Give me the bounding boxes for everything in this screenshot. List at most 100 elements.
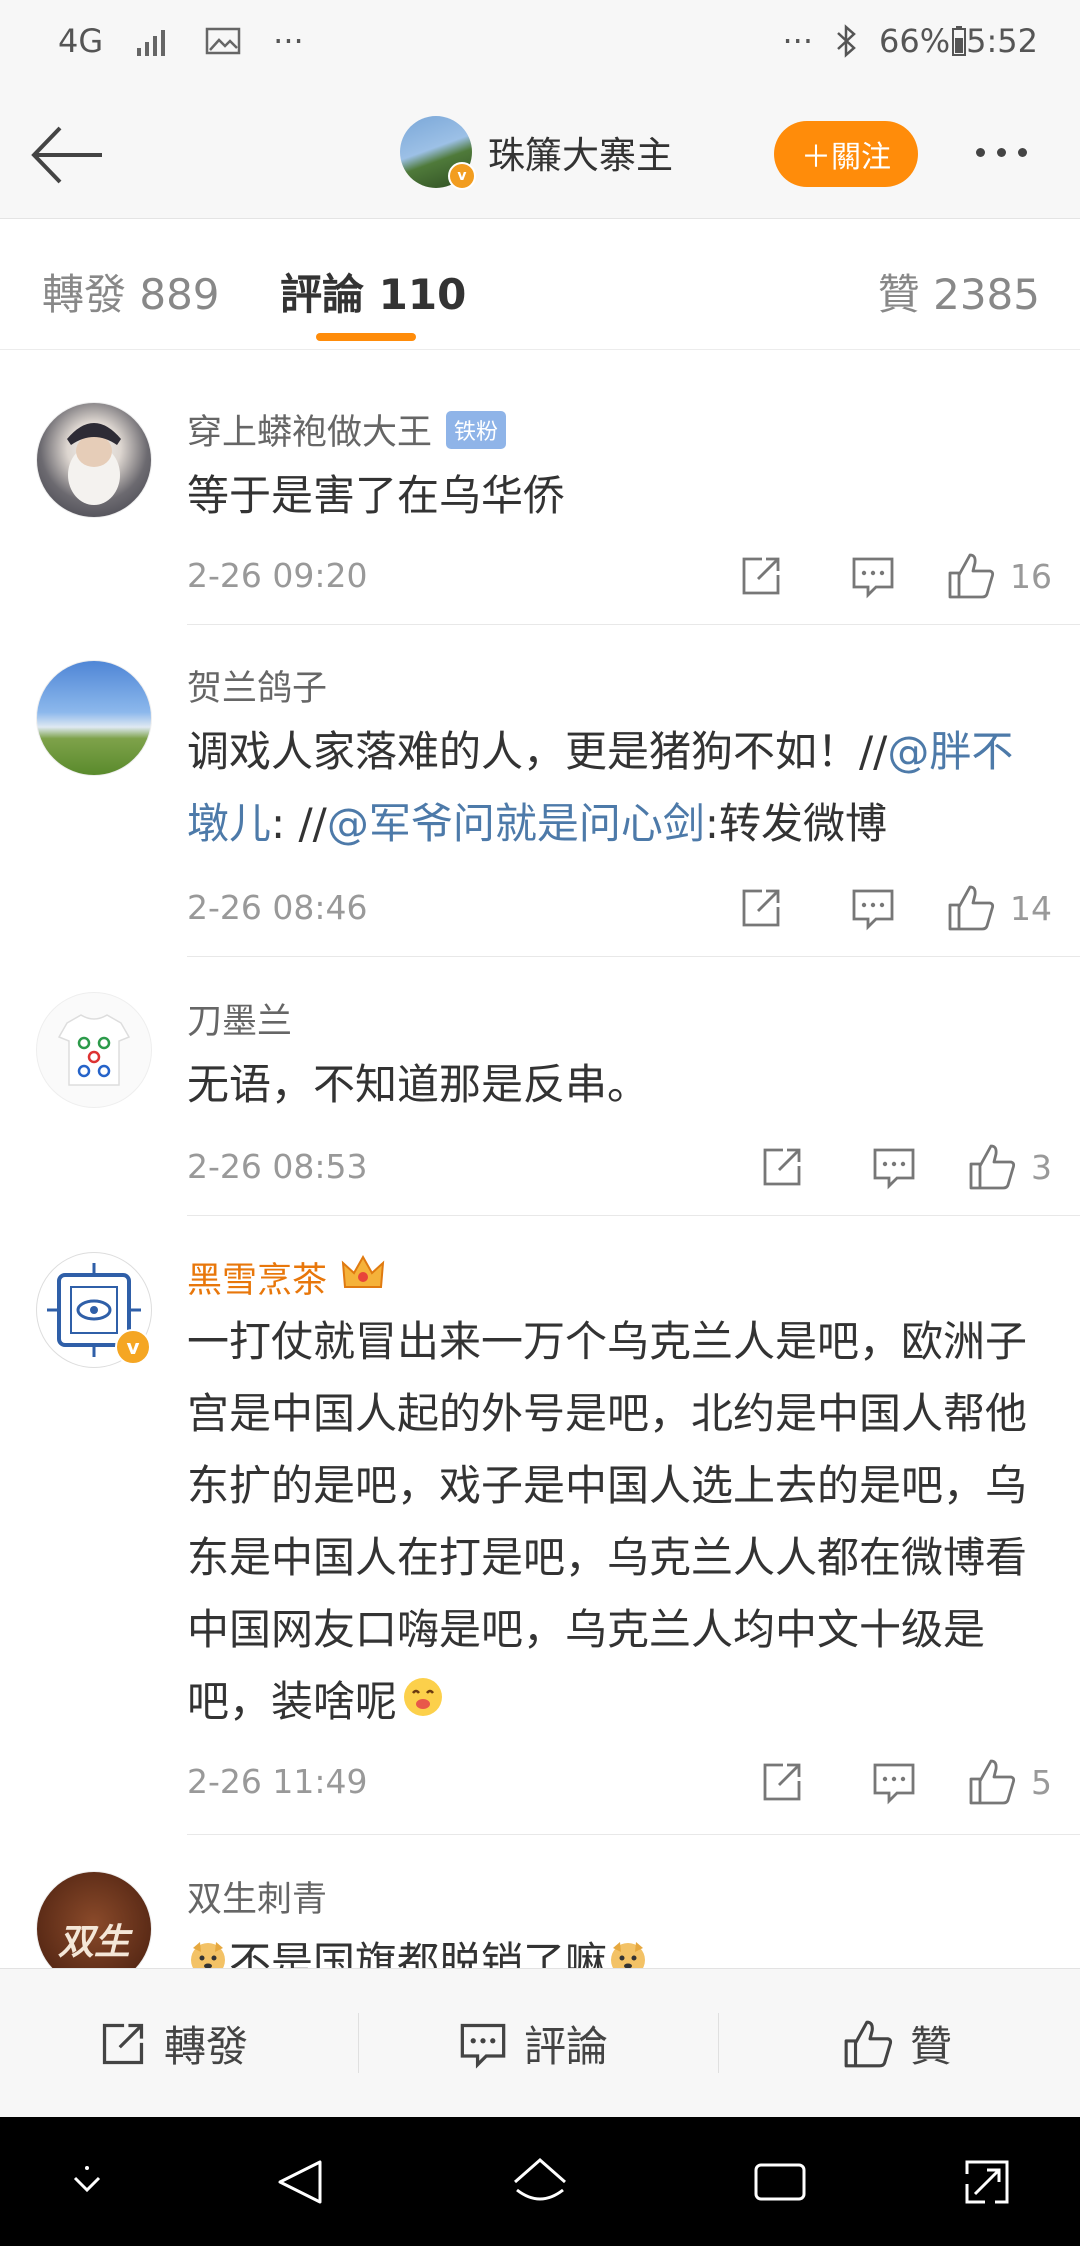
image-notification-icon <box>205 26 241 56</box>
comment-item: 双生 双生刺青 不是国旗都脱销了嘛 <box>0 1835 1080 1968</box>
verified-badge-icon: v <box>115 1329 151 1365</box>
nav-back-button[interactable] <box>265 2147 335 2217</box>
comment-item: 穿上蟒袍做大王 铁粉 等于是害了在乌华侨 2-26 09:20 16 <box>0 370 1080 626</box>
post-author[interactable]: v 珠簾大寨主 <box>400 116 673 190</box>
like-count: 14 <box>1010 888 1052 928</box>
commenter-name[interactable]: 刀墨兰 <box>187 993 292 1044</box>
bluetooth-icon <box>835 24 857 58</box>
back-button[interactable] <box>28 120 108 190</box>
comment-text-part: 调戏人家落难的人，更是猪狗不如！// <box>187 727 888 776</box>
comment-time: 2-26 09:20 <box>187 556 368 595</box>
signal-icon <box>135 26 173 56</box>
commenter-name[interactable]: 黑雪烹茶 <box>187 1252 327 1303</box>
comment-text-body: 一打仗就冒出来一万个乌克兰人是吧，欧洲子宫是中国人起的外号是吧，北约是中国人帮他… <box>187 1317 1028 1726</box>
thumbs-up-icon <box>969 1144 1016 1190</box>
follow-button[interactable]: ＋關注 <box>774 121 918 187</box>
iron-fan-badge: 铁粉 <box>446 410 507 449</box>
repost-comment-button[interactable] <box>738 553 784 599</box>
repost-comment-button[interactable] <box>759 1759 805 1805</box>
reply-comment-button[interactable] <box>871 1144 917 1190</box>
comment-time: 2-26 11:49 <box>187 1762 368 1801</box>
share-icon <box>102 2023 144 2064</box>
comment-time: 2-26 08:46 <box>187 888 368 927</box>
like-count: 16 <box>1010 556 1052 596</box>
comment-text-body: 不是国旗都脱销了嘛 <box>229 1938 608 1968</box>
triangle-back-icon <box>278 2160 322 2204</box>
reply-comment-button[interactable] <box>850 553 896 599</box>
commenter-avatar[interactable] <box>36 992 152 1108</box>
recent-apps-icon <box>754 2163 806 2201</box>
author-avatar[interactable]: v <box>400 116 476 190</box>
comment-text: 调戏人家落难的人，更是猪狗不如！//@胖不墩儿: //@军爷问就是问心剑:转发微… <box>187 716 1044 860</box>
repost-label: 轉發 <box>164 2022 249 2071</box>
thumbs-up-icon <box>844 2020 893 2067</box>
comment-button[interactable]: 評論 <box>458 1969 608 2118</box>
reply-comment-button[interactable] <box>850 885 896 931</box>
network-4g-icon: 4G <box>58 22 104 60</box>
commenter-name[interactable]: 贺兰鸽子 <box>187 660 327 711</box>
comment-icon <box>873 1763 915 1805</box>
commenter-avatar[interactable]: v <box>36 1252 152 1368</box>
top-bar: v 珠簾大寨主 ＋關注 <box>0 92 1080 219</box>
thumbs-up-icon <box>948 885 995 931</box>
like-label: 贊 <box>910 2022 953 2071</box>
thumbs-up-icon <box>969 1759 1016 1805</box>
like-comment-button[interactable]: 5 <box>967 1757 1052 1807</box>
separator <box>718 2013 719 2073</box>
tab-reposts[interactable]: 轉發 889 <box>42 261 220 322</box>
divider <box>187 624 1080 625</box>
commenter-avatar[interactable]: 双生 <box>36 1871 152 1968</box>
mention-link[interactable]: @军爷问就是问心剑 <box>327 799 705 848</box>
dot-icon <box>1018 147 1027 157</box>
share-icon <box>763 1148 801 1186</box>
like-comment-button[interactable]: 16 <box>946 551 1052 601</box>
more-notifications-icon: ··· <box>273 22 304 60</box>
like-comment-button[interactable]: 14 <box>946 883 1052 933</box>
comment-icon <box>873 1148 915 1190</box>
crown-vip-icon <box>341 1253 385 1302</box>
comment-icon <box>460 2023 506 2069</box>
more-options-button[interactable] <box>976 132 1056 172</box>
rotate-screen-button[interactable] <box>952 2147 1022 2217</box>
thumbs-up-icon <box>948 553 995 599</box>
nav-home-button[interactable] <box>505 2147 575 2217</box>
hide-keyboard-button[interactable] <box>52 2147 122 2217</box>
system-navigation-bar <box>0 2117 1080 2246</box>
commenter-name[interactable]: 双生刺青 <box>187 1871 327 1922</box>
tab-comments[interactable]: 評論 110 <box>280 261 466 322</box>
comment-text-part: :转发微博 <box>704 799 887 848</box>
separator <box>358 2013 359 2073</box>
bottom-action-bar: 轉發 評論 贊 <box>0 1968 1080 2118</box>
share-icon <box>742 557 780 595</box>
repost-comment-button[interactable] <box>738 885 784 931</box>
comment-time: 2-26 08:53 <box>187 1147 368 1186</box>
author-name[interactable]: 珠簾大寨主 <box>488 125 673 179</box>
comment-text-part: : // <box>271 799 327 848</box>
commenter-name[interactable]: 穿上蟒袍做大王 <box>187 404 432 455</box>
back-arrow-icon <box>31 126 102 184</box>
like-button[interactable]: 贊 <box>842 1969 952 2118</box>
repost-button[interactable]: 轉發 <box>98 1969 248 2118</box>
battery-level: 66% <box>879 22 951 60</box>
like-comment-button[interactable]: 3 <box>967 1142 1052 1192</box>
comment-text: 一打仗就冒出来一万个乌克兰人是吧，欧洲子宫是中国人起的外号是吧，北约是中国人帮他… <box>187 1306 1044 1741</box>
commenter-avatar[interactable] <box>36 402 152 518</box>
dot-icon <box>997 147 1006 157</box>
share-icon <box>742 889 780 927</box>
tab-likes[interactable]: 贊 2385 <box>878 261 1040 322</box>
verified-badge-icon: v <box>448 162 476 190</box>
comment-text: 等于是害了在乌华侨 <box>187 471 566 520</box>
like-count: 5 <box>1031 1762 1052 1802</box>
more-status-icon: ··· <box>782 22 814 60</box>
reply-comment-button[interactable] <box>871 1759 917 1805</box>
commenter-avatar[interactable] <box>36 660 152 776</box>
chevron-down-icon <box>73 2166 101 2193</box>
expand-icon <box>965 2160 1009 2204</box>
avatar-text: 双生 <box>57 1921 130 1963</box>
nav-recents-button[interactable] <box>745 2147 815 2217</box>
clock: 5:52 <box>966 22 1038 60</box>
comment-text: 不是国旗都脱销了嘛 <box>187 1927 1044 1968</box>
repost-comment-button[interactable] <box>759 1144 805 1190</box>
comment-text: 无语，不知道那是反串。 <box>187 1060 650 1109</box>
battery-icon <box>952 26 967 56</box>
